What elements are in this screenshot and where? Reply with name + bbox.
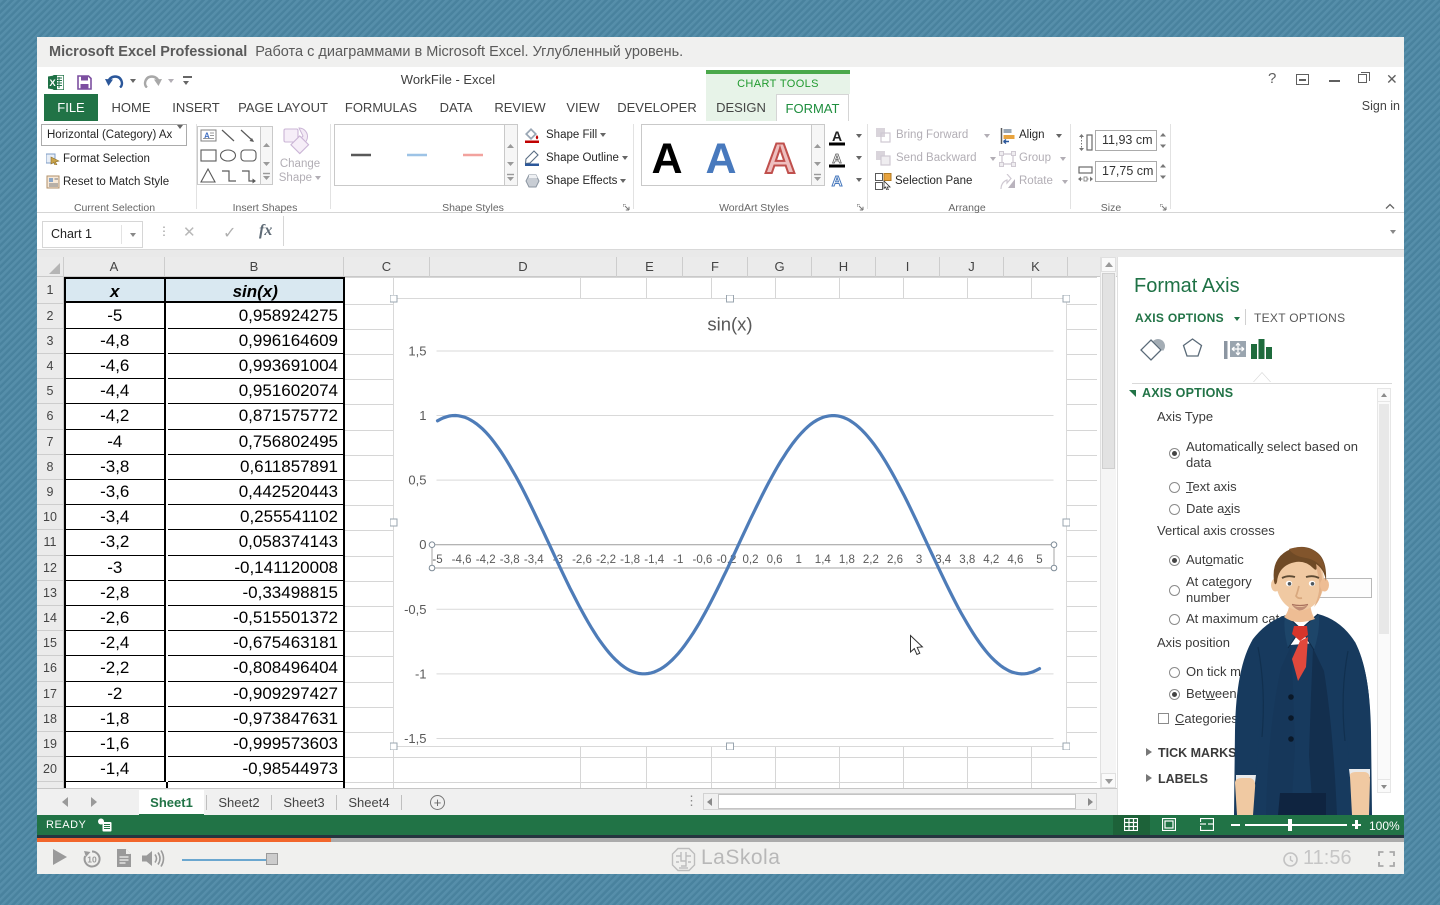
svg-text:-1,8: -1,8 [620,554,640,566]
svg-text:-4,2: -4,2 [475,554,495,566]
svg-text:A: A [832,173,843,187]
svg-text:A: A [204,132,210,141]
svg-text:2,6: 2,6 [887,554,903,566]
svg-text:0,6: 0,6 [766,554,782,566]
svg-text:0,5: 0,5 [408,472,426,487]
svg-text:4,2: 4,2 [983,554,999,566]
svg-text:A: A [651,135,682,183]
svg-text:3,8: 3,8 [959,554,975,566]
svg-text:X: X [49,78,56,89]
svg-text:5: 5 [1036,554,1042,566]
svg-text:sin(x): sin(x) [707,313,752,334]
svg-text:-2,2: -2,2 [596,554,616,566]
svg-text:1,4: 1,4 [814,554,831,566]
svg-text:-5: -5 [432,554,442,566]
svg-text:-0,6: -0,6 [692,554,712,566]
svg-text:1: 1 [795,554,801,566]
svg-text:-2,6: -2,6 [572,554,592,566]
svg-text:-0,5: -0,5 [404,601,426,616]
svg-text:1: 1 [419,408,426,423]
svg-text:0: 0 [419,537,426,552]
svg-text:1,5: 1,5 [408,343,426,358]
svg-text:A: A [832,129,842,144]
svg-text:A: A [764,135,795,183]
svg-text:2,2: 2,2 [862,554,878,566]
svg-text:A: A [832,151,842,166]
svg-text:0,2: 0,2 [742,554,758,566]
svg-text:3: 3 [915,554,921,566]
svg-text:A: A [705,135,736,183]
svg-text:-4,6: -4,6 [451,554,471,566]
svg-text:-1,5: -1,5 [404,731,426,746]
svg-text:-3,4: -3,4 [523,554,543,566]
svg-text:-1: -1 [414,666,426,681]
svg-text:1,8: 1,8 [838,554,854,566]
svg-text:10: 10 [87,855,97,865]
svg-text:-1: -1 [673,554,683,566]
svg-text:4,6: 4,6 [1007,554,1023,566]
svg-text:-1,4: -1,4 [644,554,664,566]
svg-text:-3,8: -3,8 [499,554,519,566]
